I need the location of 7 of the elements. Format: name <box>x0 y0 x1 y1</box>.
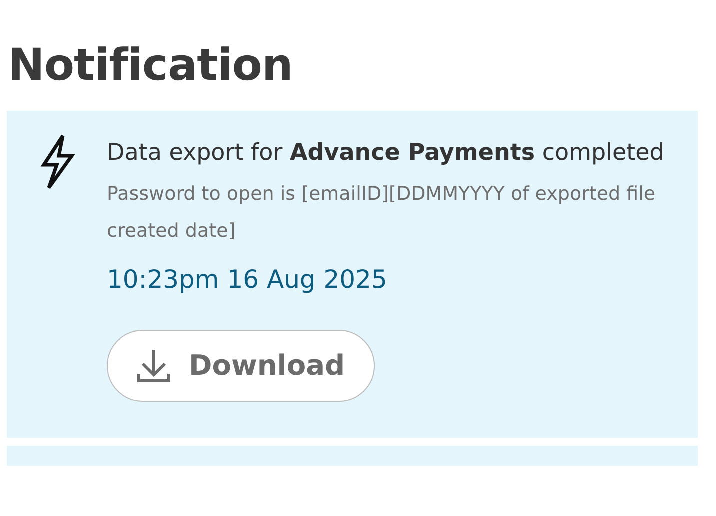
page-title: Notification <box>7 39 294 93</box>
download-button[interactable]: Download <box>107 330 375 402</box>
download-icon <box>136 348 171 384</box>
lightning-icon <box>39 132 75 191</box>
notification-time: 10:23pm 16 Aug 2025 <box>107 264 388 296</box>
notification-message: Data export for Advance Payments completed <box>107 138 666 168</box>
notification-detail: Password to open is [emailID][DDMMYYYY of exported file created date] <box>107 182 657 244</box>
